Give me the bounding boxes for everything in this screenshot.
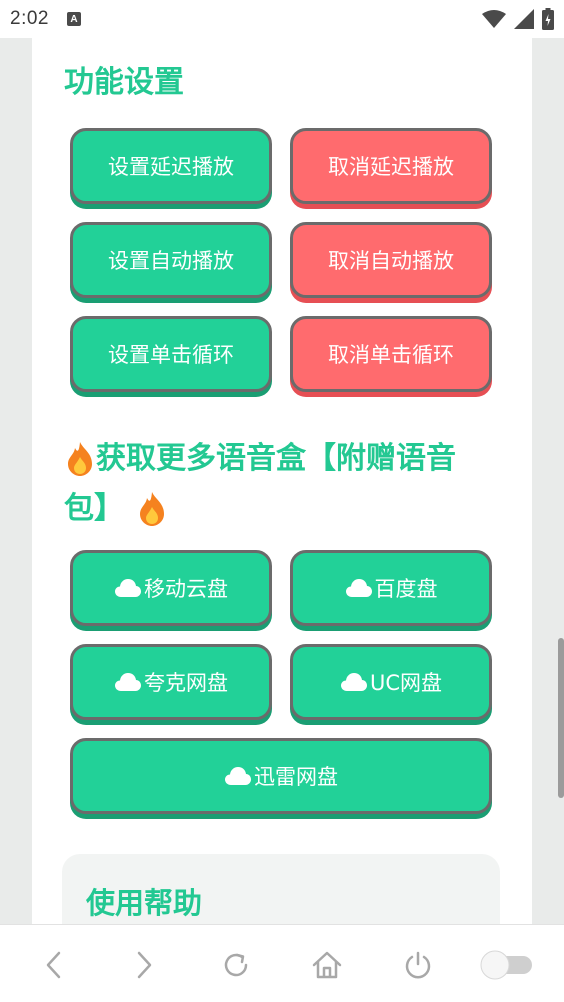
set-delay-play-button[interactable]: 设置延迟播放 [70, 128, 272, 204]
mobile-cloud-button[interactable]: 移动云盘 [70, 550, 272, 626]
toggle-icon [480, 950, 532, 980]
mobile-cloud-label: 移动云盘 [144, 577, 228, 601]
status-icons [482, 8, 554, 30]
back-icon [46, 951, 61, 979]
bottom-nav [0, 924, 564, 1002]
battery-icon [542, 8, 554, 30]
forward-icon [137, 951, 152, 979]
reload-icon [224, 953, 248, 977]
quark-disk-button[interactable]: 夸克网盘 [70, 644, 272, 720]
set-click-loop-button[interactable]: 设置单击循环 [70, 316, 272, 392]
home-button[interactable] [305, 943, 349, 987]
function-settings-title: 功能设置 [64, 65, 184, 100]
baidu-disk-label: 百度盘 [374, 577, 438, 601]
help-section: 使用帮助 [62, 854, 500, 924]
toggle-switch[interactable] [478, 943, 534, 987]
scrollbar[interactable] [558, 638, 564, 798]
more-voice-title-line1: 获取更多语音盒【附赠语音 [96, 441, 456, 476]
cloud-icon [345, 578, 373, 598]
cancel-auto-play-button[interactable]: 取消自动播放 [290, 222, 492, 298]
quark-disk-label: 夸克网盘 [144, 671, 228, 695]
cancel-delay-play-button[interactable]: 取消延迟播放 [290, 128, 492, 204]
xunlei-disk-label: 迅雷网盘 [254, 765, 338, 789]
notification-icon: A [66, 12, 81, 26]
set-auto-play-button[interactable]: 设置自动播放 [70, 222, 272, 298]
cloud-icon [340, 672, 368, 692]
uc-disk-button[interactable]: UC网盘 [290, 644, 492, 720]
forward-button[interactable] [122, 943, 166, 987]
xunlei-disk-button[interactable]: 迅雷网盘 [70, 738, 492, 814]
uc-disk-label: UC网盘 [369, 671, 443, 695]
more-voice-title-line2: 包】 [64, 491, 124, 526]
more-voice-title: 获取更多语音盒【附赠语音 包】 [64, 434, 504, 534]
fire-icon [68, 442, 92, 476]
power-button[interactable] [396, 943, 440, 987]
cloud-icon [114, 672, 142, 692]
fire-icon [140, 492, 164, 526]
power-icon [405, 951, 431, 979]
reload-button[interactable] [214, 943, 258, 987]
help-title: 使用帮助 [86, 886, 203, 920]
cloud-icon [224, 766, 252, 786]
wifi-icon [482, 10, 506, 28]
baidu-disk-button[interactable]: 百度盘 [290, 550, 492, 626]
home-icon [312, 951, 342, 979]
status-time: 2:02 [10, 8, 49, 29]
back-button[interactable] [32, 943, 76, 987]
cancel-click-loop-button[interactable]: 取消单击循环 [290, 316, 492, 392]
status-bar: 2:02 A [0, 0, 564, 38]
cloud-icon [114, 578, 142, 598]
page-content: 功能设置 设置延迟播放 取消延迟播放 设置自动播放 取消自动播放 设置单击循环 … [32, 38, 532, 924]
signal-icon [514, 9, 534, 29]
